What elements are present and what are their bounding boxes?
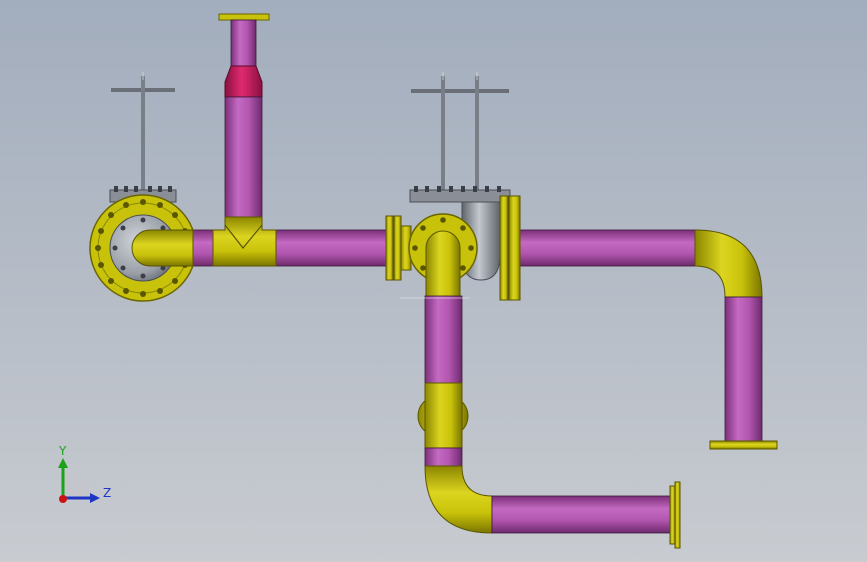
inline-valve-body[interactable] — [424, 382, 463, 449]
tee-fitting[interactable] — [212, 216, 277, 267]
pipe-segment-mid[interactable] — [275, 229, 387, 267]
view-orientation-triad[interactable]: Y Z — [58, 444, 111, 503]
flange-center-right-b[interactable] — [508, 195, 521, 301]
elbow-fitting-right[interactable] — [694, 229, 763, 298]
bottom-pipe[interactable] — [491, 495, 671, 534]
triad-y-arrow-icon — [58, 458, 68, 468]
flange-center-b[interactable] — [393, 215, 402, 281]
flange-center-right-a[interactable] — [499, 195, 509, 301]
top-branch-flange[interactable] — [218, 13, 270, 21]
vertical-branch-top[interactable] — [218, 13, 270, 218]
right-vertical-pipe[interactable] — [724, 296, 763, 442]
gate-valve-left[interactable] — [89, 76, 197, 302]
pipe-segment-left-tee[interactable] — [192, 229, 214, 267]
bottom-pipe-end-flange-face — [674, 481, 681, 549]
concentric-reducer[interactable] — [224, 65, 263, 98]
triad-x-origin-icon — [59, 495, 67, 503]
triad-quarter-disc — [63, 470, 91, 498]
triad-z-label: Z — [103, 486, 111, 500]
top-branch-small-pipe[interactable] — [230, 19, 257, 67]
triad-y-label: Y — [58, 444, 67, 458]
elbow-fitting-center-down[interactable] — [425, 230, 461, 301]
elbow-fitting-bottom-left[interactable] — [424, 465, 493, 534]
bottom-pipe-end-flange[interactable] — [669, 485, 676, 545]
drop-pipe-upper[interactable] — [424, 295, 463, 385]
vertical-drop-center[interactable] — [417, 295, 469, 467]
cad-graphics-viewport[interactable]: Y Z — [0, 0, 867, 562]
triad-z-arrow-icon — [90, 493, 100, 503]
flange-center-a[interactable] — [385, 215, 394, 281]
flange-pair-center[interactable] — [385, 215, 412, 281]
top-branch-large-pipe[interactable] — [224, 96, 263, 218]
pipe-segment-right[interactable] — [519, 229, 696, 267]
drop-pipe-lower[interactable] — [424, 447, 463, 467]
elbow-fitting-left-valve[interactable] — [131, 229, 194, 267]
piping-assembly-scene[interactable]: Y Z — [0, 0, 867, 562]
right-pipe-end-flange[interactable] — [709, 440, 778, 450]
